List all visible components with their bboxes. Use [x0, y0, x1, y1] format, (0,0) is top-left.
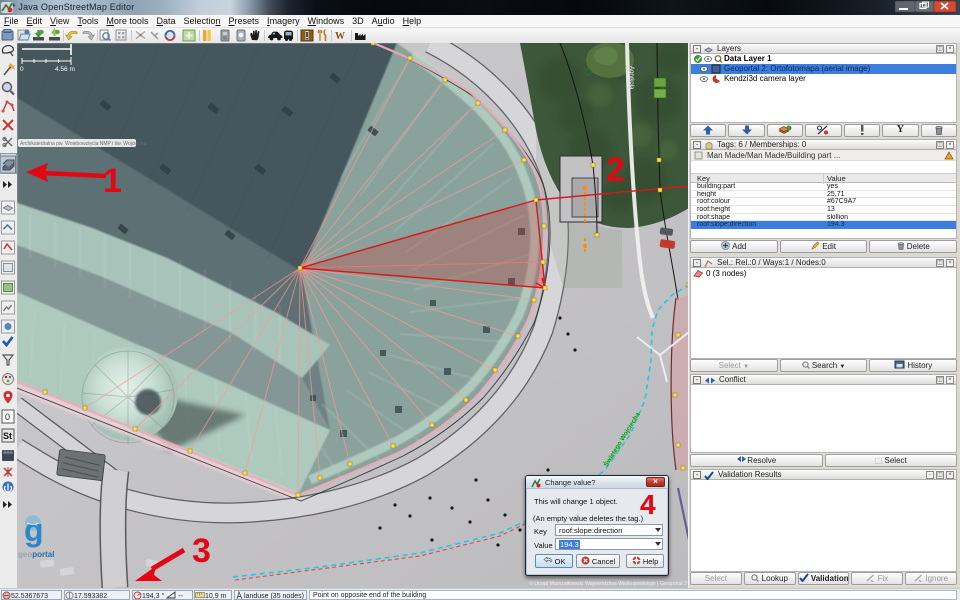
svg-text:1: 1	[103, 162, 122, 200]
svg-text:St: St	[3, 431, 12, 441]
svg-text:3: 3	[192, 532, 211, 570]
svg-text:Agrykola: Agrykola	[628, 66, 634, 90]
svg-text:Archikatedralna pw. Wniebowzię: Archikatedralna pw. Wniebowzięcia NMP i …	[20, 141, 146, 147]
svg-text:4.56 m: 4.56 m	[55, 66, 75, 73]
svg-text:g: g	[24, 512, 44, 548]
svg-text:0: 0	[20, 66, 24, 73]
svg-text:© Urząd Marszałkowski Wojewódz: © Urząd Marszałkowski Województwa Wielko…	[529, 580, 687, 587]
svg-text:W: W	[335, 31, 345, 42]
svg-text:2: 2	[606, 151, 625, 189]
svg-text:geoportal: geoportal	[18, 550, 54, 559]
svg-text:0: 0	[5, 412, 10, 422]
